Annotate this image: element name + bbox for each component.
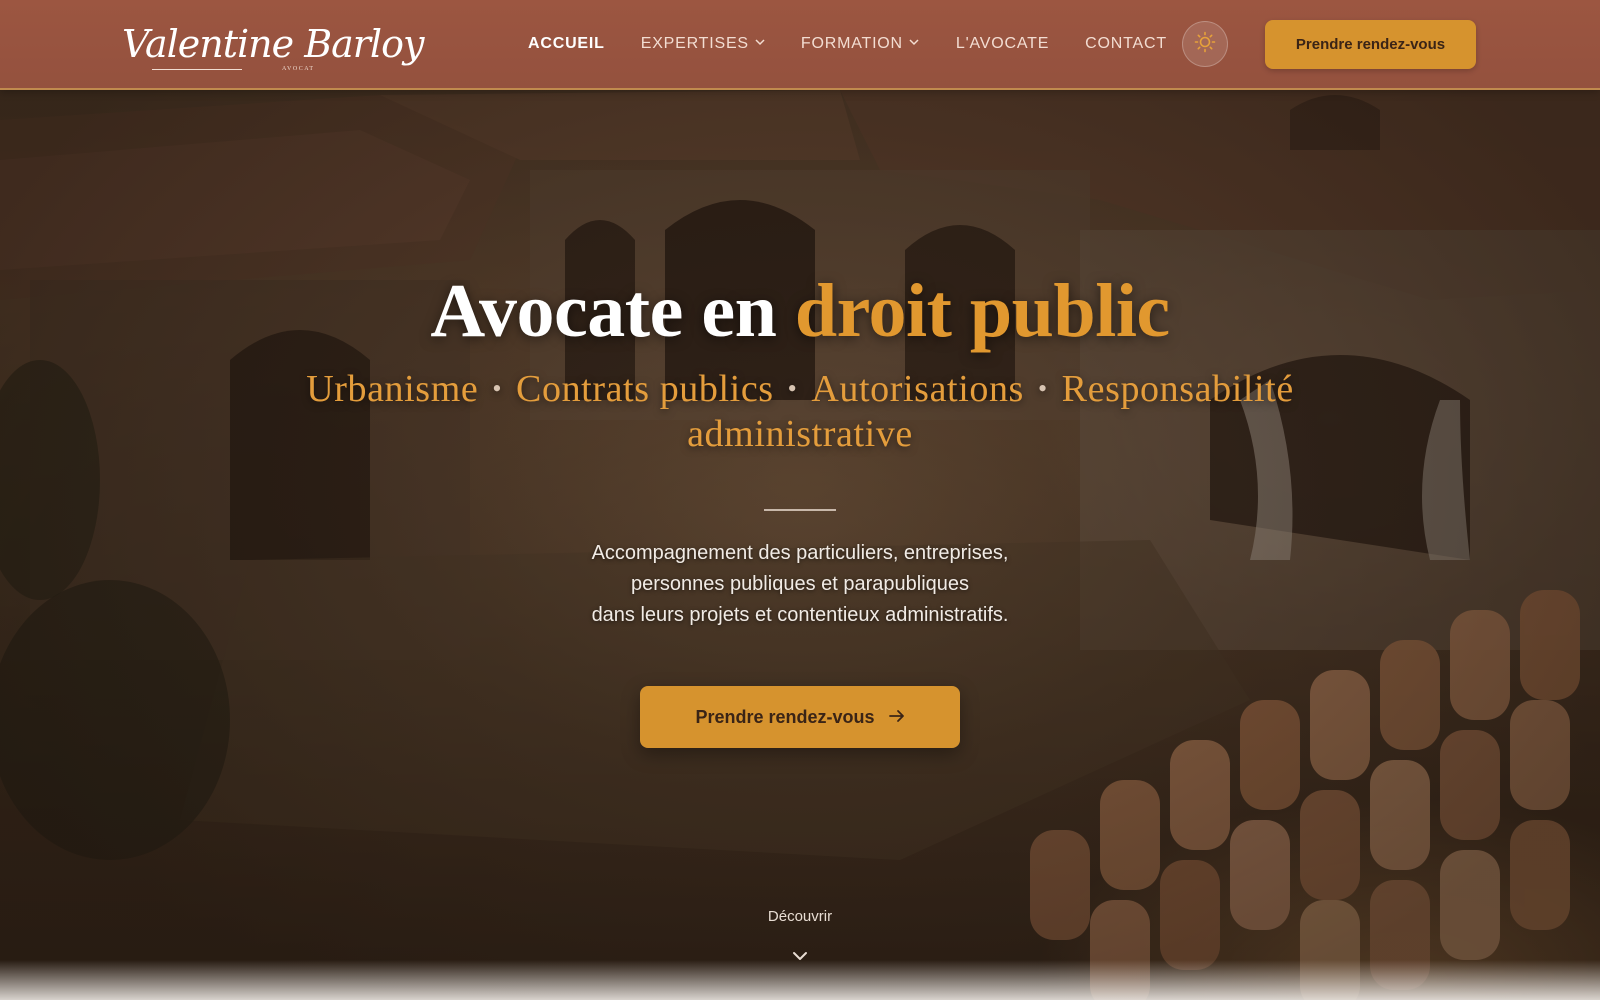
nav-item-lavocate[interactable]: L'AVOCATE xyxy=(956,35,1049,53)
hero-appointment-button[interactable]: Prendre rendez-vous xyxy=(640,686,960,748)
nav-item-expertises[interactable]: EXPERTISES xyxy=(641,35,765,53)
hero-title: Avocate en droit public xyxy=(0,268,1600,355)
main-nav: ACCUEIL EXPERTISES FORMATION L'AVOCATE C… xyxy=(528,0,1167,88)
bullet-separator: • xyxy=(492,374,503,403)
nav-item-accueil[interactable]: ACCUEIL xyxy=(528,35,605,53)
site-logo[interactable]: Valentine Barloy AVOCAT xyxy=(122,14,424,80)
logo-text: Valentine Barloy xyxy=(122,22,424,66)
nav-item-label: EXPERTISES xyxy=(640,35,749,52)
description-line: Accompagnement des particuliers, entrepr… xyxy=(591,542,1009,564)
logo-underline xyxy=(152,69,242,70)
nav-item-formation[interactable]: FORMATION xyxy=(801,35,919,53)
description-line: personnes publiques et parapubliques xyxy=(630,573,970,595)
bullet-separator: • xyxy=(1037,374,1048,403)
chevron-down-icon xyxy=(909,38,919,49)
chevron-down-icon[interactable] xyxy=(791,947,809,965)
nav-item-label: CONTACT xyxy=(1085,35,1167,52)
hero-description: Accompagnement des particuliers, entrepr… xyxy=(400,538,1200,631)
site-header: Valentine Barloy AVOCAT ACCUEIL EXPERTIS… xyxy=(0,0,1600,90)
description-line: dans leurs projets et contentieux admini… xyxy=(591,604,1009,626)
hero-subtitle: Urbanisme • Contrats publics • Autorisations… xyxy=(260,366,1340,457)
hero-cta-label: Prendre rendez-vous xyxy=(695,706,875,727)
bullet-separator: • xyxy=(787,374,798,403)
sun-icon xyxy=(1194,31,1216,58)
nav-item-label: ACCUEIL xyxy=(528,35,605,52)
hero-divider xyxy=(764,509,836,511)
header-appointment-button[interactable]: Prendre rendez-vous xyxy=(1265,20,1476,69)
nav-item-label: L'AVOCATE xyxy=(955,35,1050,52)
arrow-right-icon xyxy=(888,707,905,728)
hero-title-main: Avocate en xyxy=(430,269,795,353)
chevron-down-icon xyxy=(755,38,765,49)
subtitle-item: Autorisations xyxy=(811,368,1024,410)
nav-item-label: FORMATION xyxy=(800,35,903,52)
discover-link[interactable]: Découvrir xyxy=(740,908,860,925)
hero-title-accent: droit public xyxy=(794,269,1170,353)
logo-subtext: AVOCAT xyxy=(282,66,315,72)
subtitle-item: Urbanisme xyxy=(306,368,479,410)
subtitle-item: Contrats publics xyxy=(516,368,774,410)
theme-toggle-button[interactable] xyxy=(1182,21,1228,67)
hero-section: Avocate en droit public Urbanisme • Contra… xyxy=(0,0,1600,1000)
nav-item-contact[interactable]: CONTACT xyxy=(1085,35,1167,53)
